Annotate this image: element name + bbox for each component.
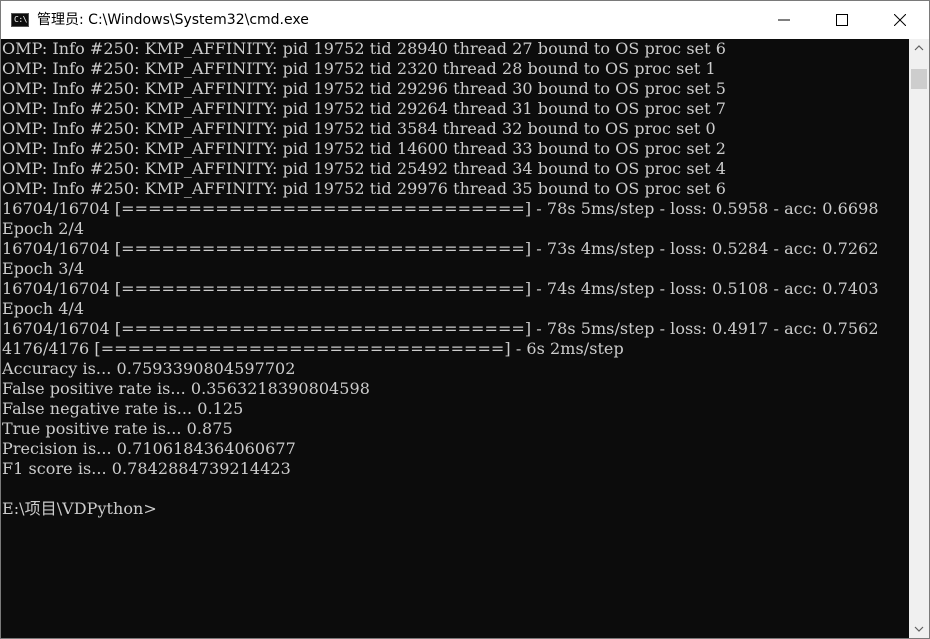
console-line: Epoch 4/4 bbox=[2, 299, 85, 318]
scroll-down-arrow-icon bbox=[914, 626, 924, 632]
console-line: 4176/4176 [=============================… bbox=[2, 339, 624, 358]
console-line: False negative rate is... 0.125 bbox=[2, 399, 244, 418]
console-line: 16704/16704 [===========================… bbox=[2, 239, 879, 258]
maximize-icon bbox=[836, 14, 848, 26]
cmd-window: C:\ 管理员: C:\Windows\System32\cmd.exe OMP… bbox=[0, 0, 930, 639]
console-line: False positive rate is... 0.356321839080… bbox=[2, 379, 370, 398]
minimize-icon bbox=[778, 19, 790, 21]
scroll-up-arrow-icon bbox=[914, 45, 924, 51]
cmd-icon[interactable]: C:\ bbox=[11, 13, 29, 27]
close-icon bbox=[894, 14, 906, 26]
console-line: OMP: Info #250: KMP_AFFINITY: pid 19752 … bbox=[2, 39, 726, 58]
title-bar[interactable]: C:\ 管理员: C:\Windows\System32\cmd.exe bbox=[1, 1, 929, 39]
console-output[interactable]: OMP: Info #250: KMP_AFFINITY: pid 19752 … bbox=[1, 39, 909, 638]
console-line: True positive rate is... 0.875 bbox=[2, 419, 233, 438]
console-line: F1 score is... 0.7842884739214423 bbox=[2, 459, 291, 478]
scroll-down-button[interactable] bbox=[909, 621, 929, 638]
console-line: OMP: Info #250: KMP_AFFINITY: pid 19752 … bbox=[2, 99, 726, 118]
console-line: OMP: Info #250: KMP_AFFINITY: pid 19752 … bbox=[2, 139, 726, 158]
minimize-button[interactable] bbox=[755, 1, 813, 39]
console-line: OMP: Info #250: KMP_AFFINITY: pid 19752 … bbox=[2, 179, 726, 198]
scroll-up-button[interactable] bbox=[909, 39, 929, 56]
console-line: OMP: Info #250: KMP_AFFINITY: pid 19752 … bbox=[2, 119, 716, 138]
scroll-thumb[interactable] bbox=[911, 69, 927, 89]
console-line: 16704/16704 [===========================… bbox=[2, 319, 879, 338]
console-line: OMP: Info #250: KMP_AFFINITY: pid 19752 … bbox=[2, 59, 716, 78]
maximize-button[interactable] bbox=[813, 1, 871, 39]
console-line: 16704/16704 [===========================… bbox=[2, 279, 879, 298]
console-line: OMP: Info #250: KMP_AFFINITY: pid 19752 … bbox=[2, 79, 726, 98]
cmd-icon-label: C:\ bbox=[14, 15, 27, 24]
command-prompt[interactable]: E:\项目\VDPython> bbox=[2, 499, 909, 519]
vertical-scrollbar[interactable] bbox=[909, 39, 929, 638]
console-line: Accuracy is... 0.7593390804597702 bbox=[2, 359, 296, 378]
console-line: Epoch 2/4 bbox=[2, 219, 85, 238]
console-line: 16704/16704 [===========================… bbox=[2, 199, 879, 218]
close-button[interactable] bbox=[871, 1, 929, 39]
console-line: OMP: Info #250: KMP_AFFINITY: pid 19752 … bbox=[2, 159, 726, 178]
console-line: Precision is... 0.7106184364060677 bbox=[2, 439, 296, 458]
window-title: 管理员: C:\Windows\System32\cmd.exe bbox=[37, 12, 309, 28]
console-line: Epoch 3/4 bbox=[2, 259, 85, 278]
